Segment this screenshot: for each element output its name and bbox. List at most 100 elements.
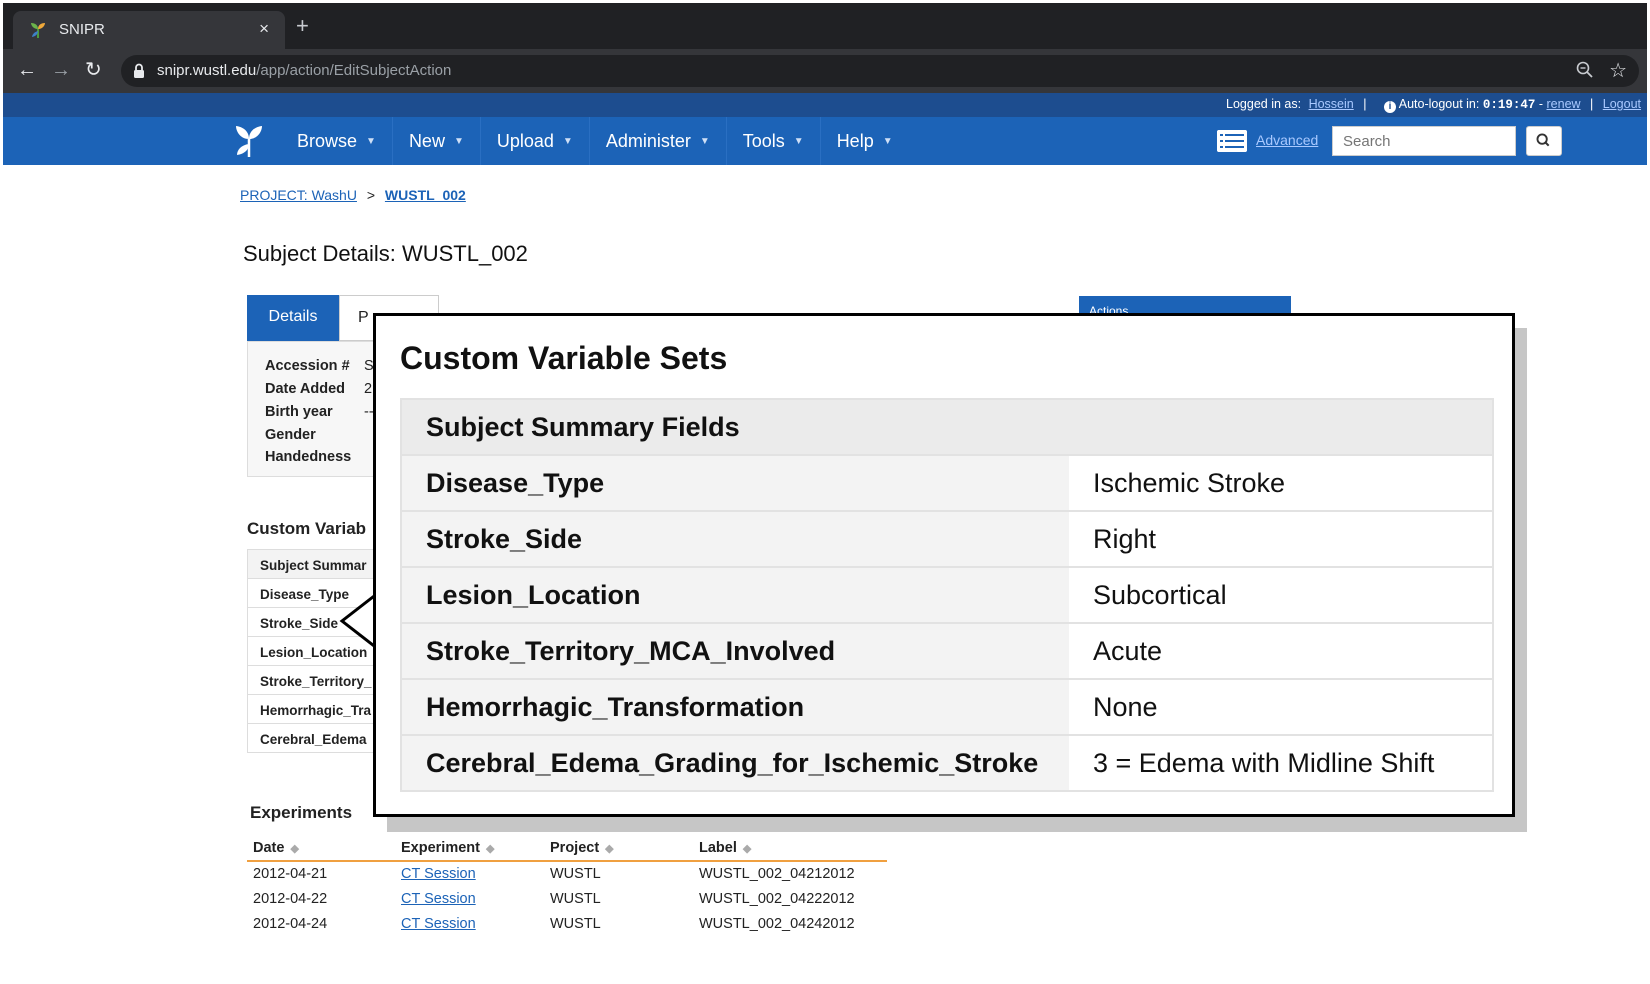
reload-button[interactable]: ↻	[85, 59, 102, 81]
breadcrumb-subject-link[interactable]: WUSTL_002	[385, 187, 466, 203]
menu-help[interactable]: Help ▼	[821, 117, 909, 165]
menu-tools[interactable]: Tools ▼	[727, 117, 821, 165]
snipr-logo-icon[interactable]	[231, 123, 267, 159]
column-label: Date	[253, 839, 285, 856]
variable-value: None	[1069, 678, 1493, 735]
menu-browse[interactable]: Browse ▼	[281, 117, 393, 165]
column-label: Label	[699, 839, 737, 856]
url-host: snipr.wustl.edu	[157, 62, 257, 79]
sort-icon: ◆	[605, 842, 614, 855]
custom-variable-row: Subject Summar	[248, 550, 374, 579]
cell-experiment: CT Session	[395, 861, 544, 886]
variable-value: Acute	[1069, 622, 1493, 679]
variable-name: Hemorrhagic_Transformation	[401, 678, 1069, 735]
main-navbar: Browse ▼ New ▼ Upload ▼ Administer ▼ Tools ▼ …	[3, 117, 1647, 165]
breadcrumb: PROJECT: WashU > WUSTL_002	[240, 187, 466, 203]
divider: |	[1590, 97, 1594, 111]
back-button[interactable]: ←	[17, 59, 37, 81]
chevron-down-icon: ▼	[882, 135, 893, 147]
menu-administer[interactable]: Administer ▼	[590, 117, 727, 165]
cell-date: 2012-04-22	[253, 890, 328, 907]
menu-label: Tools	[742, 130, 785, 151]
cell-experiment: CT Session	[395, 911, 544, 936]
variable-name: Cerebral_Edema_Grading_for_Ischemic_Stro…	[401, 734, 1069, 791]
custom-variable-row: Stroke_Territory_	[248, 666, 374, 695]
menu-label: Administer	[605, 130, 691, 151]
variable-name: Stroke_Territory_MCA_Involved	[401, 622, 1069, 679]
new-tab-button[interactable]: +	[296, 15, 309, 37]
sort-icon: ◆	[742, 842, 752, 855]
experiment-link[interactable]: CT Session	[401, 891, 476, 907]
menu-label: Help	[836, 130, 874, 151]
address-bar[interactable]: snipr.wustl.edu/app/action/EditSubjectAc…	[121, 55, 1639, 87]
variable-row: Stroke_Territory_MCA_Involved Acute	[401, 622, 1493, 679]
tab-details[interactable]: Details	[247, 295, 339, 341]
custom-variable-row: Cerebral_Edema	[260, 732, 367, 747]
list-icon[interactable]	[1217, 130, 1247, 152]
breadcrumb-separator: >	[366, 187, 376, 203]
menu-new[interactable]: New ▼	[393, 117, 481, 165]
table-row: 2012-04-24 CT Session WUSTL WUSTL_002_04…	[247, 911, 887, 936]
chevron-down-icon: ▼	[562, 135, 573, 147]
column-label: Experiment	[401, 839, 480, 856]
table-row: 2012-04-22 CT Session WUSTL WUSTL_002_04…	[247, 886, 887, 911]
account-strip: Logged in as: Hossein | i Auto-logout in…	[3, 93, 1647, 117]
sort-icon: ◆	[485, 842, 495, 855]
forward-button[interactable]: →	[51, 59, 71, 81]
column-header-experiment[interactable]: Experiment ◆	[395, 835, 544, 862]
variable-row: Disease_Type Ischemic Stroke	[401, 454, 1493, 511]
renew-link[interactable]: renew	[1547, 97, 1581, 111]
callout-pointer	[339, 591, 378, 651]
experiment-link[interactable]: CT Session	[401, 916, 476, 932]
menu-label: New	[408, 130, 445, 151]
details-label: Birth year	[265, 404, 333, 420]
advanced-search-link[interactable]: Advanced	[1256, 132, 1318, 148]
divider: |	[1363, 97, 1367, 111]
column-label: Project	[550, 839, 600, 856]
browser-toolbar: ← → ↻ snipr.wustl.edu/app/action/EditSub…	[3, 49, 1647, 93]
user-link[interactable]: Hossein	[1309, 97, 1354, 111]
chevron-down-icon: ▼	[453, 135, 464, 147]
bookmark-star-icon[interactable]: ☆	[1609, 58, 1627, 83]
details-label: Gender	[265, 427, 316, 443]
variable-set-header-row: Subject Summary Fields	[401, 398, 1493, 455]
url-text: snipr.wustl.edu/app/action/EditSubjectAc…	[157, 62, 451, 79]
info-icon: i	[1383, 101, 1396, 113]
variable-name: Disease_Type	[401, 454, 1069, 511]
details-label: Handedness	[265, 449, 352, 465]
variable-value: Subcortical	[1069, 566, 1493, 623]
details-panel: Accession # S Date Added 2 Birth year --…	[247, 341, 377, 477]
column-header-date[interactable]: Date ◆	[247, 835, 395, 862]
cell-label: WUSTL_002_04222012	[699, 890, 855, 907]
logout-link[interactable]: Logout	[1603, 97, 1641, 111]
menu-label: Browse	[297, 130, 358, 151]
tab-close-icon[interactable]: ×	[259, 19, 269, 39]
search-button[interactable]	[1526, 126, 1562, 156]
callout-title: Custom Variable Sets	[400, 340, 728, 376]
table-header-row: Date ◆ Experiment ◆ Project ◆ Label ◆	[247, 835, 887, 862]
custom-variables-heading: Custom Variab	[247, 519, 367, 538]
tab-title: SNIPR	[59, 21, 105, 38]
custom-variables-table: Subject Summar Disease_Type Stroke_Side …	[247, 549, 375, 753]
browser-tab[interactable]: SNIPR ×	[13, 11, 285, 49]
url-path: /app/action/EditSubjectAction	[256, 62, 452, 79]
experiment-link[interactable]: CT Session	[401, 866, 476, 882]
experiments-table: Date ◆ Experiment ◆ Project ◆ Label ◆ 2012-0…	[247, 835, 887, 936]
column-header-label[interactable]: Label ◆	[693, 835, 887, 862]
cell-experiment: CT Session	[395, 886, 544, 911]
cell-label: WUSTL_002_04212012	[699, 866, 855, 882]
cell-date: 2012-04-21	[253, 866, 328, 882]
screenshot-frame: SNIPR × + ← → ↻ snipr.wustl.edu/app/acti…	[3, 3, 1647, 978]
chevron-down-icon: ▼	[366, 135, 376, 147]
zoom-icon[interactable]	[1575, 60, 1595, 80]
variable-value: Right	[1069, 510, 1493, 567]
page-title: Subject Details: WUSTL_002	[243, 241, 528, 266]
breadcrumb-project-link[interactable]: PROJECT: WashU	[240, 187, 357, 203]
menu-upload[interactable]: Upload ▼	[481, 117, 590, 165]
variable-value: Ischemic Stroke	[1069, 454, 1493, 511]
search-input[interactable]	[1332, 126, 1516, 156]
column-header-project[interactable]: Project ◆	[544, 835, 693, 862]
variable-row: Cerebral_Edema_Grading_for_Ischemic_Stro…	[401, 734, 1493, 791]
custom-variable-row: Hemorrhagic_Tra	[248, 695, 374, 724]
cell-project: WUSTL	[550, 915, 601, 932]
